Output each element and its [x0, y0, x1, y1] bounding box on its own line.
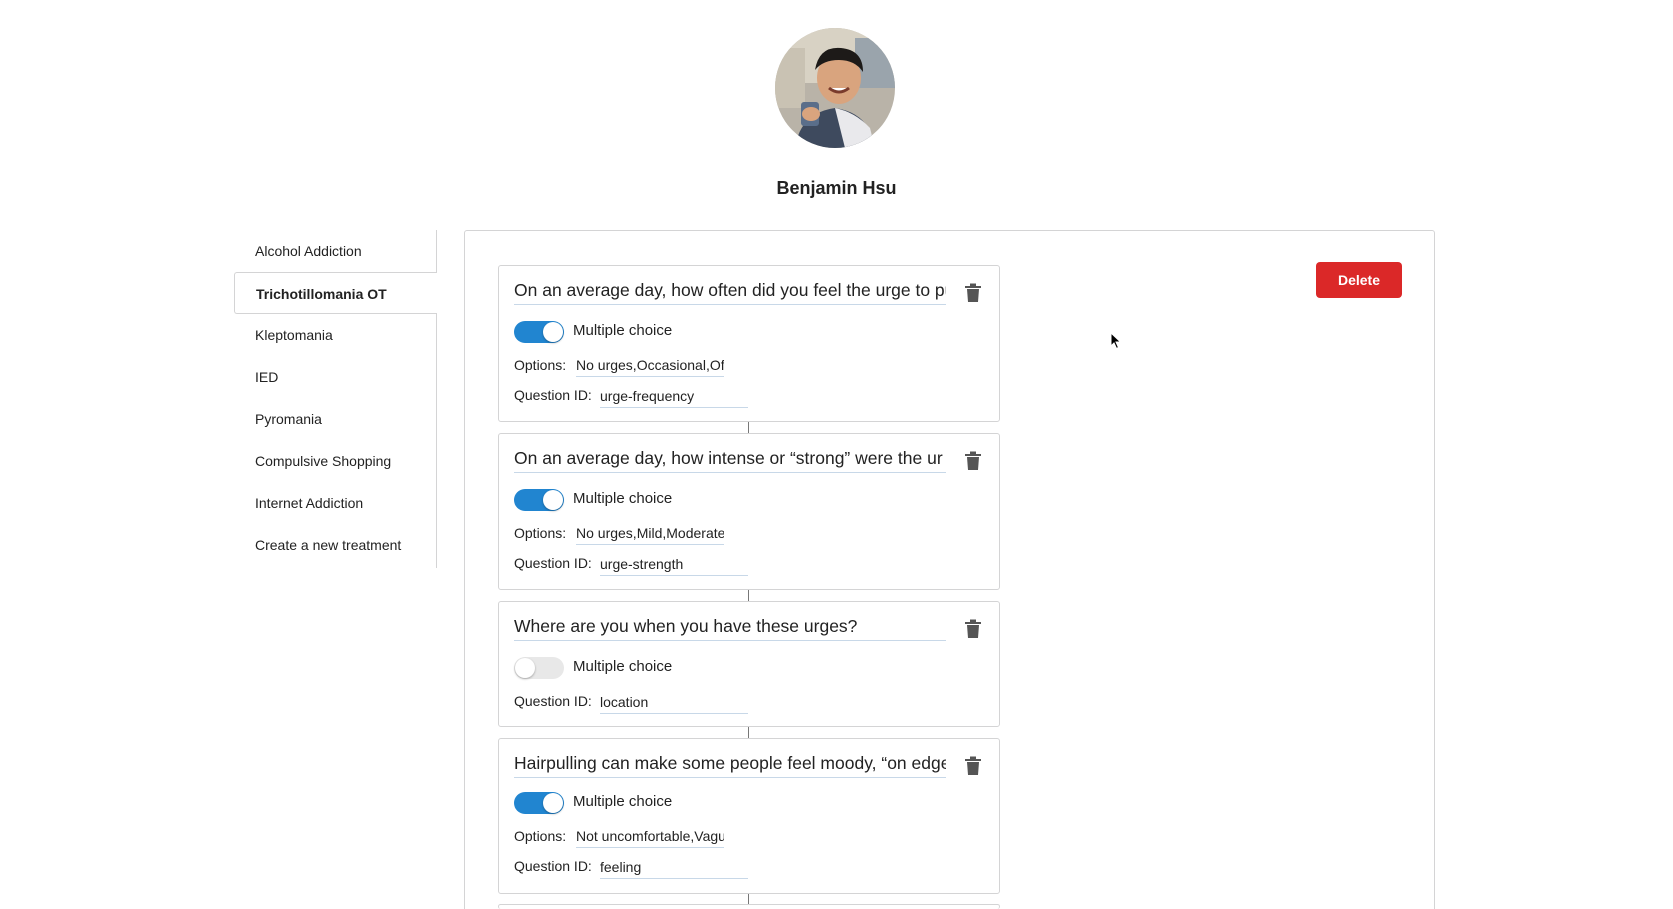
card-connector	[748, 589, 749, 601]
card-connector	[748, 726, 749, 738]
multiple-choice-toggle[interactable]	[514, 321, 564, 343]
multiple-choice-toggle[interactable]	[514, 489, 564, 511]
treatment-sidebar: Alcohol Addiction Trichotillomania OT Kl…	[234, 230, 437, 568]
user-photo-icon	[775, 28, 895, 148]
question-card: Where are you when you have these urges?…	[498, 601, 1000, 727]
question-id-input[interactable]: location	[600, 694, 748, 714]
mouse-cursor-icon	[1110, 332, 1122, 350]
question-id-input[interactable]: urge-strength	[600, 556, 748, 576]
sidebar-item-kleptomania[interactable]: Kleptomania	[234, 314, 436, 356]
multiple-choice-label: Multiple choice	[573, 322, 673, 339]
question-id-label: Question ID:	[514, 555, 592, 571]
trash-icon[interactable]	[964, 451, 982, 471]
toggle-knob	[543, 322, 563, 342]
options-input[interactable]: Not uncomfortable,Vagu	[576, 828, 724, 848]
question-text-input[interactable]: Hairpulling can make some people feel mo…	[514, 749, 946, 778]
trash-icon[interactable]	[964, 756, 982, 776]
page: Benjamin Hsu Alcohol Addiction Trichotil…	[0, 0, 1673, 909]
question-id-label: Question ID:	[514, 693, 592, 709]
options-label: Options:	[514, 828, 567, 844]
options-input[interactable]: No urges,Occasional,Oft	[576, 357, 724, 377]
toggle-knob	[543, 490, 563, 510]
trash-icon[interactable]	[964, 619, 982, 639]
sidebar-item-internet-addiction[interactable]: Internet Addiction	[234, 482, 436, 524]
sidebar-item-ied[interactable]: IED	[234, 356, 436, 398]
options-label: Options:	[514, 525, 567, 541]
question-card-partial	[498, 904, 1000, 909]
avatar	[775, 28, 895, 148]
profile-name: Benjamin Hsu	[776, 178, 897, 198]
sidebar-item-pyromania[interactable]: Pyromania	[234, 398, 436, 440]
multiple-choice-label: Multiple choice	[573, 793, 673, 810]
options-label: Options:	[514, 357, 567, 373]
question-id-input[interactable]: urge-frequency	[600, 388, 748, 408]
multiple-choice-label: Multiple choice	[573, 490, 673, 507]
question-id-label: Question ID:	[514, 858, 592, 874]
sidebar-item-trichotillomania-ot[interactable]: Trichotillomania OT	[234, 272, 437, 314]
options-input[interactable]: No urges,Mild,Moderate	[576, 525, 724, 545]
trash-icon[interactable]	[964, 283, 982, 303]
delete-button[interactable]: Delete	[1316, 262, 1402, 298]
card-connector	[748, 421, 749, 433]
toggle-knob	[543, 793, 563, 813]
question-card: Hairpulling can make some people feel mo…	[498, 738, 1000, 894]
question-id-label: Question ID:	[514, 387, 592, 403]
question-text-input[interactable]: On an average day, how intense or “stron…	[514, 444, 946, 473]
question-id-input[interactable]: feeling	[600, 859, 748, 879]
multiple-choice-toggle[interactable]	[514, 657, 564, 679]
sidebar-item-compulsive-shopping[interactable]: Compulsive Shopping	[234, 440, 436, 482]
sidebar-item-alcohol-addiction[interactable]: Alcohol Addiction	[234, 230, 436, 272]
question-card: On an average day, how intense or “stron…	[498, 433, 1000, 590]
sidebar-item-create-new-treatment[interactable]: Create a new treatment	[234, 524, 436, 566]
multiple-choice-label: Multiple choice	[573, 658, 673, 675]
question-text-input[interactable]: On an average day, how often did you fee…	[514, 276, 946, 305]
question-text-input[interactable]: Where are you when you have these urges?	[514, 612, 946, 641]
question-card: On an average day, how often did you fee…	[498, 265, 1000, 422]
toggle-knob	[515, 658, 535, 678]
multiple-choice-toggle[interactable]	[514, 792, 564, 814]
